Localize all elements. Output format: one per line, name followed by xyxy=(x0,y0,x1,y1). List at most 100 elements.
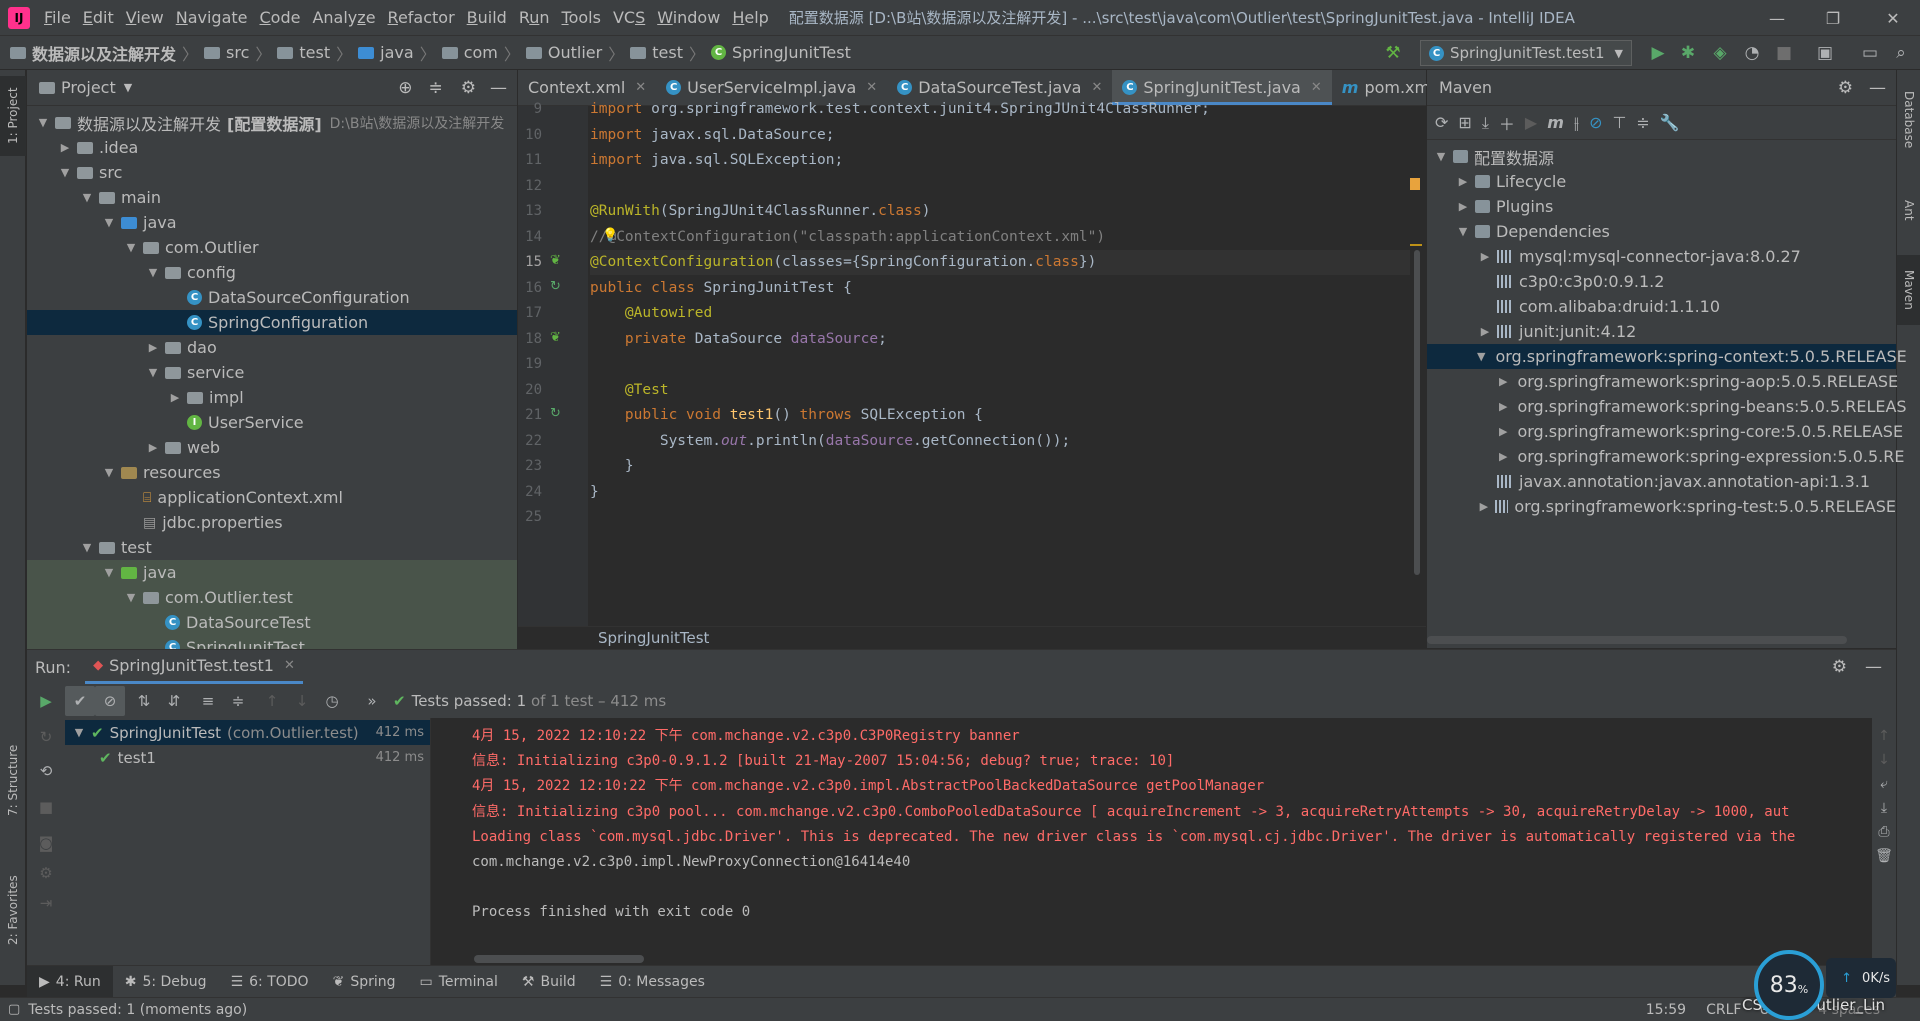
run-test-icon[interactable]: ↻ xyxy=(550,279,561,294)
run-icon[interactable]: ▶ xyxy=(1645,40,1671,66)
collapse-arrow-icon[interactable]: ▶ xyxy=(167,391,183,404)
menu-item-refactor[interactable]: Refactor xyxy=(382,8,461,27)
expand-arrow-icon[interactable]: ▼ xyxy=(71,726,87,739)
rerun-icon[interactable]: ▶ xyxy=(31,686,61,716)
more-icon[interactable]: » xyxy=(357,686,387,716)
stop-icon[interactable]: ■ xyxy=(31,792,61,822)
tool-window-tab-debug[interactable]: ✱ 5: Debug xyxy=(113,966,219,998)
maven-tree-row[interactable]: ▶ junit:junit:4.12 xyxy=(1427,319,1896,344)
reload-icon[interactable]: ⟳ xyxy=(1435,113,1448,132)
breadcrumb-item[interactable]: test xyxy=(630,43,683,62)
scroll-end-icon[interactable]: ⤓ xyxy=(1881,800,1887,816)
collapse-arrow-icon[interactable]: ▶ xyxy=(1499,400,1507,413)
collapse-arrow-icon[interactable]: ▶ xyxy=(145,441,161,454)
collapse-arrow-icon[interactable]: ▶ xyxy=(57,141,73,154)
menu-item-tools[interactable]: Tools xyxy=(556,8,607,27)
add-folder-icon[interactable]: ⊞ xyxy=(1458,113,1471,132)
print-icon[interactable]: ⎙ xyxy=(1878,824,1889,840)
close-icon[interactable]: ✕ xyxy=(866,80,877,95)
tree-row[interactable]: ▼ config xyxy=(27,260,517,285)
sort-alpha-icon[interactable]: ⇅ xyxy=(129,686,159,716)
stop-icon[interactable]: ■ xyxy=(1771,40,1797,66)
maven-tree-row[interactable]: ▶ org.springframework:spring-test:5.0.5.R… xyxy=(1427,494,1896,519)
code-line[interactable]: public void test1() throws SQLException … xyxy=(590,403,983,428)
next-failed-icon[interactable]: ↓ xyxy=(287,686,317,716)
history-icon[interactable]: ◷ xyxy=(317,686,347,716)
collapse-arrow-icon[interactable]: ▶ xyxy=(1477,500,1491,513)
expand-arrow-icon[interactable]: ▼ xyxy=(101,566,117,579)
code-line[interactable]: System.out.println(dataSource.getConnect… xyxy=(590,429,1070,454)
menu-item-run[interactable]: Run xyxy=(513,8,556,27)
code-line[interactable]: @ContextConfiguration(classes={SpringCon… xyxy=(590,250,1096,275)
download-icon[interactable]: ⤓ xyxy=(1482,113,1489,133)
up-arrow-icon[interactable]: ↑ xyxy=(1878,728,1890,744)
chevron-down-icon[interactable]: ▼ xyxy=(124,81,132,94)
error-stripe-mark[interactable] xyxy=(1410,244,1422,246)
sort-duration-icon[interactable]: ⇵ xyxy=(159,686,189,716)
close-icon[interactable]: ✕ xyxy=(284,658,295,673)
tree-row[interactable]: ▶ web xyxy=(27,435,517,460)
collapse-arrow-icon[interactable]: ▶ xyxy=(1499,375,1507,388)
editor-breadcrumb[interactable]: SpringJunitTest xyxy=(518,626,1426,648)
autowired-icon[interactable]: ❦ xyxy=(550,330,561,345)
tree-row[interactable]: ▶ impl xyxy=(27,385,517,410)
menu-item-navigate[interactable]: Navigate xyxy=(170,8,254,27)
collapse-arrow-icon[interactable]: ▶ xyxy=(145,341,161,354)
console-output[interactable]: 4月 15, 2022 12:10:22 下午 com.mchange.v2.c… xyxy=(432,718,1872,966)
collapse-arrow-icon[interactable]: ▶ xyxy=(1455,175,1471,188)
toggle-auto-test-icon[interactable]: ⟲ xyxy=(31,756,61,786)
code-line[interactable]: import java.sql.SQLException; xyxy=(590,148,843,173)
menu-item-build[interactable]: Build xyxy=(461,8,513,27)
hide-icon[interactable]: — xyxy=(1869,78,1886,98)
tree-row[interactable]: ▼ com.Outlier.test xyxy=(27,585,517,610)
maven-tree-row[interactable]: ▶ Plugins xyxy=(1427,194,1896,219)
tool-window-tab-spring[interactable]: ❦ Spring xyxy=(321,966,408,998)
maven-tree-row[interactable]: javax.annotation:javax.annotation-api:1.… xyxy=(1427,469,1896,494)
lightbulb-icon[interactable]: 💡 xyxy=(602,228,618,243)
expand-arrow-icon[interactable]: ▼ xyxy=(101,466,117,479)
favorites-tool-tab[interactable]: 2: Favorites xyxy=(0,860,26,960)
console-scrollbar[interactable] xyxy=(474,955,644,963)
code-line[interactable]: } xyxy=(590,454,634,479)
add-icon[interactable]: ＋ xyxy=(1499,111,1515,135)
code-line[interactable]: private DataSource dataSource; xyxy=(590,327,887,352)
maven-goal-icon[interactable]: m xyxy=(1547,113,1564,132)
tree-row[interactable]: ▼ java xyxy=(27,560,517,585)
settings-icon[interactable]: ⚙ xyxy=(31,858,61,888)
search-icon[interactable]: ⌕ xyxy=(1888,40,1914,66)
code-line[interactable]: public class SpringJunitTest { xyxy=(590,276,852,301)
expand-arrow-icon[interactable]: ▼ xyxy=(101,216,117,229)
code-line[interactable]: @Autowired xyxy=(590,301,712,326)
maven-tree-row[interactable]: ▶ org.springframework:spring-core:5.0.5.R… xyxy=(1427,419,1903,444)
menu-item-help[interactable]: Help xyxy=(726,8,774,27)
maven-tree-row[interactable]: ▶ org.springframework:spring-aop:5.0.5.RE… xyxy=(1427,369,1898,394)
maven-tree-row[interactable]: c3p0:c3p0:0.9.1.2 xyxy=(1427,269,1896,294)
gear-icon[interactable]: ⚙ xyxy=(461,78,476,98)
database-tool-tab[interactable]: Database xyxy=(1897,80,1920,160)
status-toggle-icon[interactable]: ▢ xyxy=(8,1002,20,1017)
menu-item-code[interactable]: Code xyxy=(254,8,307,27)
rerun-failed-icon[interactable]: ↻ xyxy=(31,722,61,752)
exit-icon[interactable]: ⇥ xyxy=(31,888,61,918)
close-button[interactable]: ✕ xyxy=(1866,0,1920,36)
soft-wrap-icon[interactable]: ⤶ xyxy=(1880,776,1888,792)
expand-arrow-icon[interactable]: ▼ xyxy=(123,591,139,604)
expand-arrow-icon[interactable]: ▼ xyxy=(123,241,139,254)
coverage-icon[interactable]: ◈ xyxy=(1707,40,1733,66)
maven-tree-row[interactable]: ▶ mysql:mysql-connector-java:8.0.27 xyxy=(1427,244,1896,269)
close-icon[interactable]: ✕ xyxy=(1091,80,1102,95)
tree-row[interactable]: ▶ .idea xyxy=(27,135,517,160)
tree-row[interactable]: I UserService xyxy=(27,410,517,435)
breadcrumb-item[interactable]: C SpringJunitTest xyxy=(710,43,851,62)
tree-row[interactable]: ▼ 数据源以及注解开发 [配置数据源] D:\B站\数据源以及注解开发 xyxy=(27,110,517,135)
maven-tree-row[interactable]: ▶ org.springframework:spring-expression:5… xyxy=(1427,444,1904,469)
expand-arrow-icon[interactable]: ▼ xyxy=(57,166,73,179)
maven-tool-tab[interactable]: Maven xyxy=(1897,255,1920,325)
tool-window-tab-terminal[interactable]: ▭ Terminal xyxy=(408,966,510,998)
tree-row[interactable]: ▶ dao xyxy=(27,335,517,360)
tool-window-tab-build[interactable]: ⚒ Build xyxy=(510,966,588,998)
caret-position[interactable]: 15:59 xyxy=(1646,1002,1686,1018)
minimize-button[interactable]: — xyxy=(1750,0,1804,36)
tree-row[interactable]: ▼ src xyxy=(27,160,517,185)
maven-scrollbar[interactable] xyxy=(1427,636,1847,644)
